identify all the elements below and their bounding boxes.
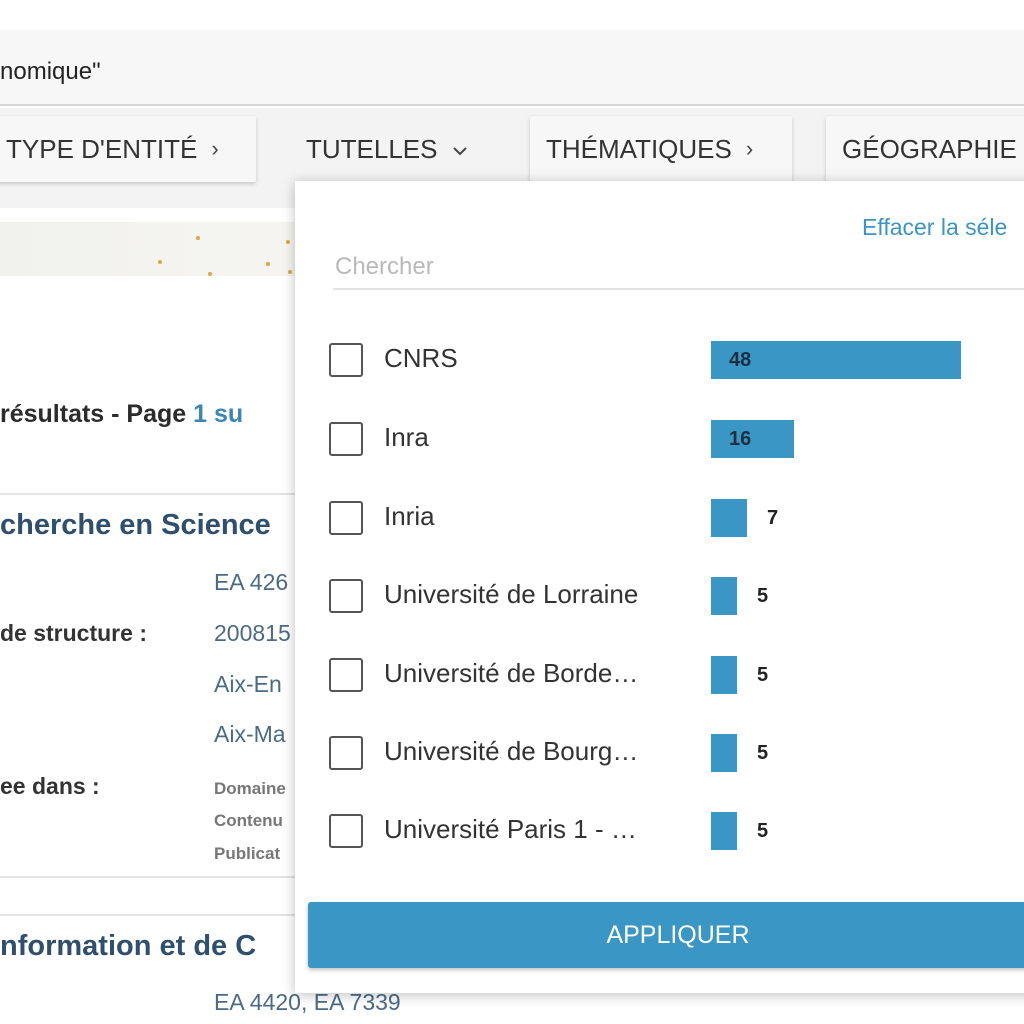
result-city: Aix-En — [214, 671, 282, 697]
filter-type-entite-button[interactable]: TYPE D'ENTITÉ › — [0, 116, 256, 182]
facet-count-bar — [711, 656, 737, 694]
chevron-down-icon — [452, 136, 468, 162]
facet-label: Inra — [384, 422, 429, 452]
top-strip — [0, 0, 1024, 30]
facet-count-bar — [711, 499, 747, 537]
result-tag[interactable]: Domaine — [214, 779, 286, 799]
facet-checkbox[interactable] — [329, 501, 363, 535]
facet-checkbox[interactable] — [329, 343, 363, 377]
facet-count: 7 — [767, 507, 779, 529]
clear-selection-link[interactable]: Effacer la séle — [862, 214, 1007, 241]
facet-count: 5 — [757, 742, 769, 764]
facet-count-bar — [711, 812, 737, 850]
facet-count-bar — [711, 420, 794, 458]
chevron-right-icon: › — [211, 136, 219, 161]
banner-dot — [266, 262, 270, 266]
facet-label: Inria — [384, 501, 435, 531]
banner-dot — [286, 240, 290, 244]
result-tag[interactable]: Publicat — [214, 844, 280, 864]
apply-button[interactable]: APPLIQUER — [308, 902, 1024, 968]
facet-count-bar — [711, 577, 737, 615]
results-summary-prefix: résultats - Page — [0, 400, 194, 428]
filter-tutelles-button[interactable]: TUTELLES — [292, 116, 496, 182]
search-bar[interactable] — [0, 30, 1024, 106]
filter-type-entite-label: TYPE D'ENTITÉ — [6, 133, 198, 164]
facet-label: Université de Lorraine — [384, 579, 639, 609]
facet-item[interactable]: Université Paris 1 - … 5 — [328, 809, 1024, 855]
facet-item[interactable]: Inra 16 — [328, 417, 1024, 463]
facet-checkbox[interactable] — [329, 658, 363, 692]
filter-tutelles-label: TUTELLES — [306, 133, 438, 164]
facet-checkbox[interactable] — [329, 814, 363, 848]
search-query-text[interactable]: nomique" — [0, 58, 101, 86]
facet-count: 5 — [757, 820, 769, 842]
divider — [0, 493, 300, 495]
banner-dot — [196, 236, 200, 240]
facet-checkbox[interactable] — [329, 579, 363, 613]
result-id-value: EA 4420, EA 7339 — [214, 989, 401, 1015]
result-listed-label: ee dans : — [0, 773, 100, 799]
banner-dot — [208, 272, 212, 276]
filter-thematiques-label: THÉMATIQUES — [546, 133, 732, 164]
chevron-right-icon: › — [745, 136, 754, 161]
filter-thematiques-button[interactable]: THÉMATIQUES › — [530, 116, 792, 182]
result-title[interactable]: cherche en Science — [0, 509, 271, 542]
result-structure-label: de structure : — [0, 620, 147, 646]
filter-geographie-label: GÉOGRAPHIE — [842, 133, 1017, 164]
facet-item[interactable]: Université de Bourg… 5 — [328, 731, 1024, 777]
facet-label: CNRS — [384, 343, 458, 373]
facet-item[interactable]: CNRS 48 — [328, 338, 1024, 384]
facet-count-bar — [711, 734, 737, 772]
divider — [0, 876, 300, 878]
facet-count: 5 — [757, 585, 769, 607]
result-tag[interactable]: Contenu — [214, 811, 283, 831]
facet-search-input[interactable] — [333, 246, 1024, 290]
result-title[interactable]: nformation et de C — [0, 930, 256, 963]
results-summary: résultats - Page 1 su — [0, 400, 243, 429]
facet-label: Université de Bourg… — [384, 736, 639, 766]
facet-item[interactable]: Université de Borde… 5 — [328, 653, 1024, 699]
facet-count: 5 — [757, 664, 769, 686]
result-university: Aix-Ma — [214, 721, 286, 747]
banner-dot — [158, 260, 162, 264]
facet-count: 48 — [729, 349, 752, 371]
filter-geographie-button[interactable]: GÉOGRAPHIE — [826, 116, 1024, 182]
result-id-value: EA 426 — [214, 569, 289, 595]
result-structure-value: 200815 — [214, 620, 291, 646]
facet-checkbox[interactable] — [329, 736, 363, 770]
divider — [0, 914, 300, 916]
results-summary-suffix: su — [207, 400, 244, 428]
facet-item[interactable]: Université de Lorraine 5 — [328, 574, 1024, 620]
page-current: 1 — [193, 400, 208, 428]
facet-count: 16 — [729, 428, 752, 450]
facet-item[interactable]: Inria 7 — [328, 496, 1024, 542]
facet-label: Université de Borde… — [384, 658, 639, 688]
banner-dot — [288, 270, 292, 274]
facet-label: Université Paris 1 - … — [384, 814, 637, 844]
facet-checkbox[interactable] — [329, 422, 363, 456]
